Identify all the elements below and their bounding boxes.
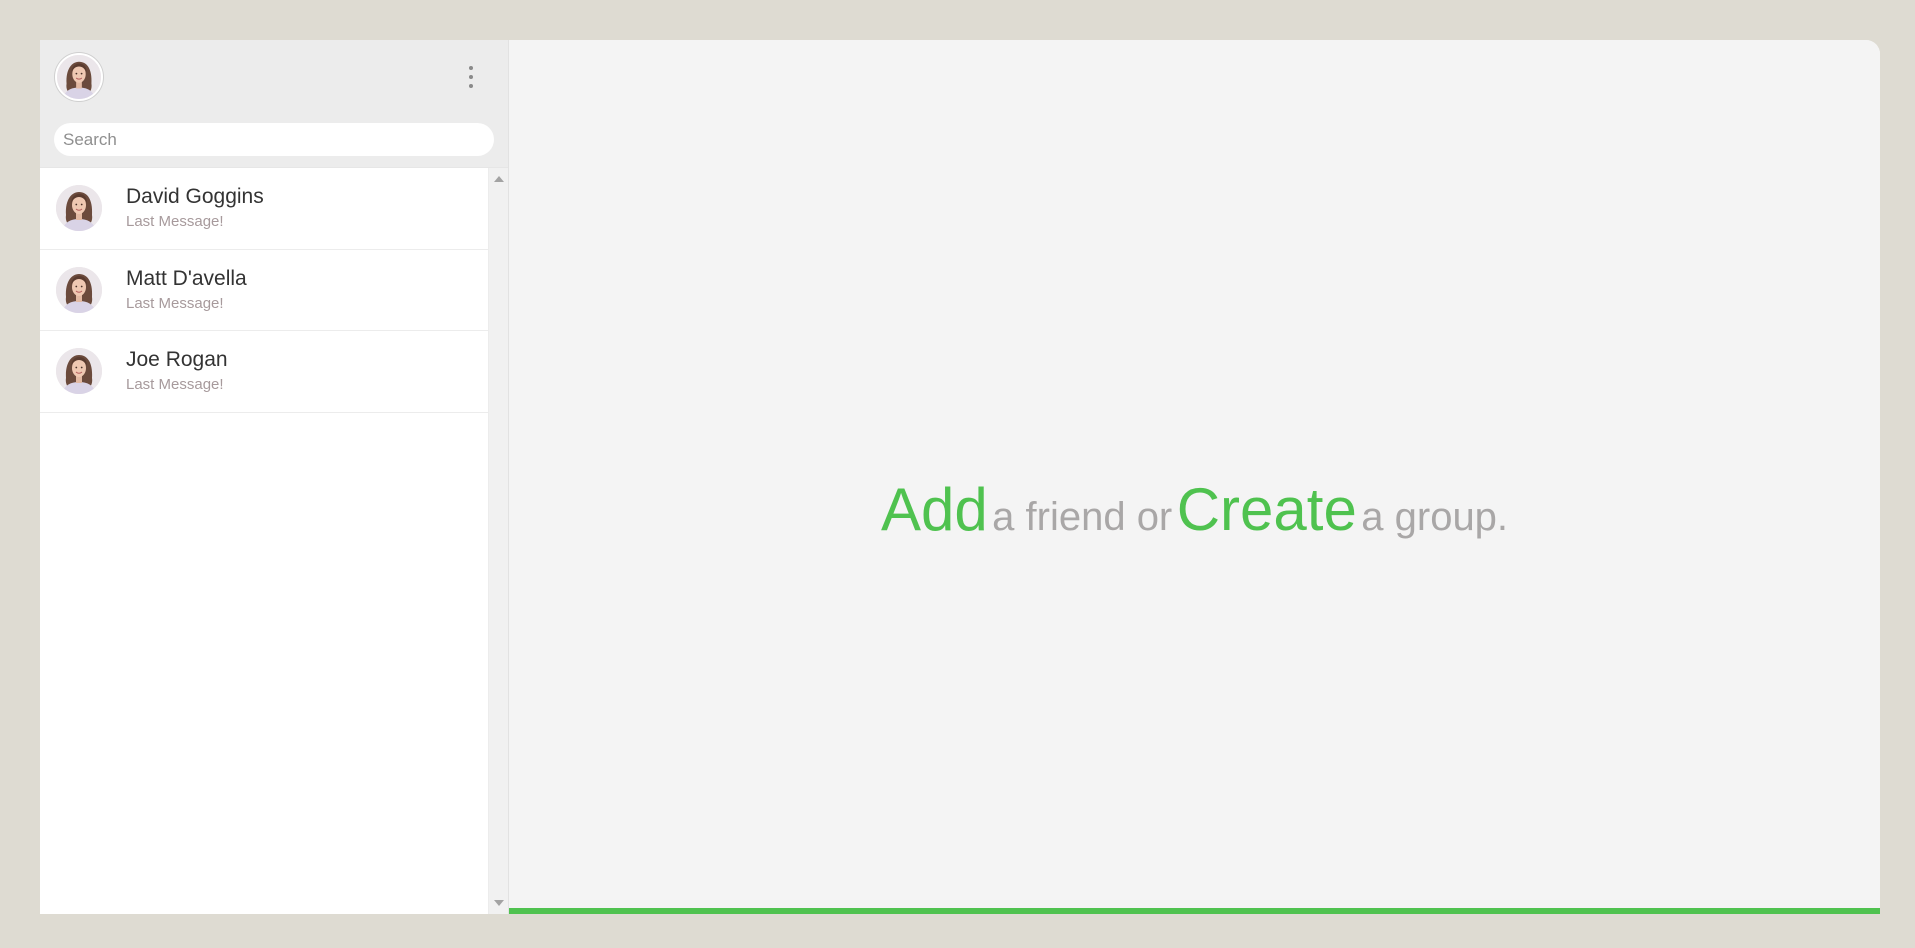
profile-avatar[interactable] (55, 53, 103, 101)
contact-avatar (56, 348, 102, 395)
sidebar-header (40, 40, 508, 114)
last-message: Last Message! (126, 294, 224, 312)
chat-item-text: Matt D'avella Last Message! (126, 266, 247, 314)
contact-avatar-icon (56, 267, 102, 313)
chat-item-matt-davella[interactable]: Matt D'avella Last Message! (40, 249, 488, 331)
last-message: Last Message! (126, 376, 224, 394)
welcome-text-middle: a friend or (992, 495, 1173, 539)
contact-avatar (56, 185, 102, 232)
search-bar (40, 114, 508, 168)
vertical-dots-icon (469, 75, 473, 79)
chat-list: David Goggins Last Message! Matt D'avell… (40, 168, 488, 914)
chat-list-area: David Goggins Last Message! Matt D'avell… (40, 168, 508, 914)
scroll-up-arrow-icon[interactable] (494, 176, 504, 182)
contact-avatar-icon (56, 348, 102, 394)
chat-item-joe-rogan[interactable]: Joe Rogan Last Message! (40, 331, 488, 413)
chat-item-text: David Goggins Last Message! (126, 184, 264, 232)
search-input[interactable] (54, 123, 494, 156)
accent-bottom-bar (509, 908, 1880, 914)
chat-item-david-goggins[interactable]: David Goggins Last Message! (40, 168, 488, 250)
chat-item-text: Joe Rogan Last Message! (126, 347, 228, 395)
create-group-link[interactable]: Create (1177, 476, 1357, 543)
contact-avatar-icon (56, 185, 102, 231)
vertical-dots-icon (469, 66, 473, 70)
welcome-text-end: a group. (1361, 495, 1509, 539)
user-avatar-icon (57, 55, 101, 99)
welcome-message: Add a friend or Create a group. (509, 475, 1880, 544)
contact-name: David Goggins (126, 185, 264, 209)
main-panel: Add a friend or Create a group. (509, 40, 1880, 914)
chat-app-window: David Goggins Last Message! Matt D'avell… (40, 40, 1880, 914)
vertical-dots-icon (469, 84, 473, 88)
contact-avatar (56, 266, 102, 313)
contact-name: Matt D'avella (126, 266, 247, 290)
scroll-down-arrow-icon[interactable] (494, 900, 504, 906)
last-message: Last Message! (126, 213, 224, 231)
add-friend-link[interactable]: Add (881, 476, 988, 543)
sidebar: David Goggins Last Message! Matt D'avell… (40, 40, 509, 914)
chat-list-scrollbar[interactable] (488, 168, 508, 914)
contact-name: Joe Rogan (126, 348, 228, 372)
menu-button[interactable] (457, 59, 485, 95)
